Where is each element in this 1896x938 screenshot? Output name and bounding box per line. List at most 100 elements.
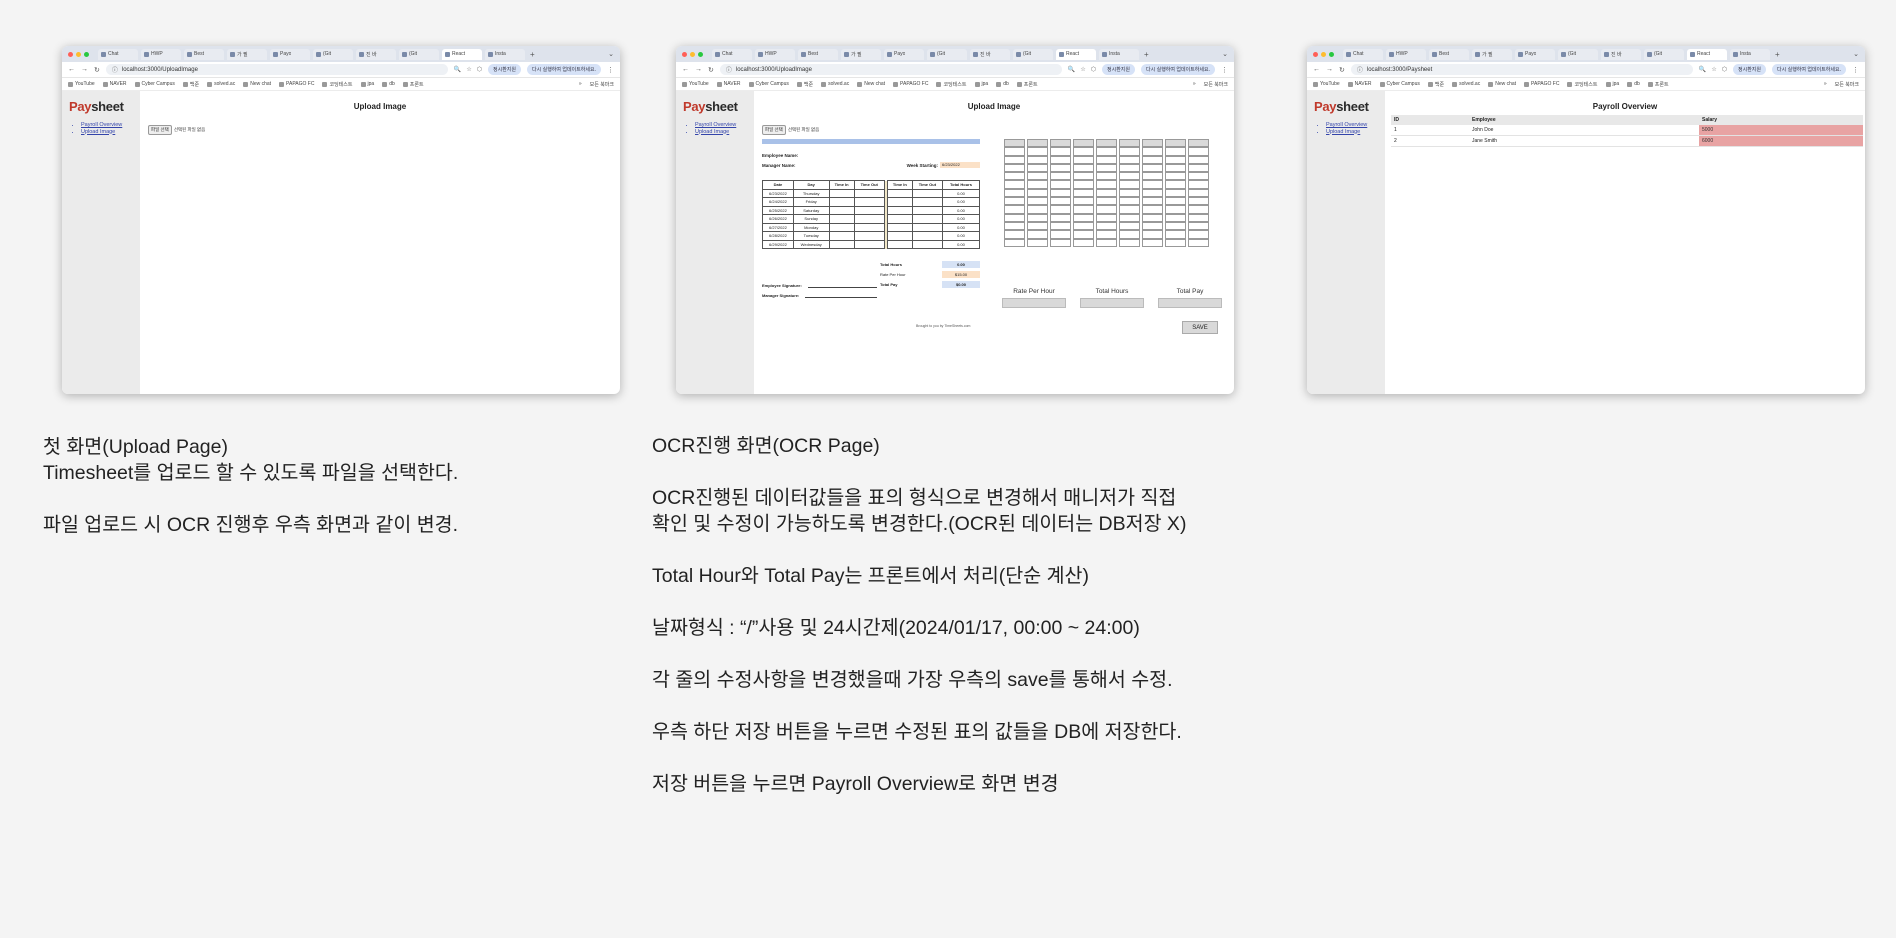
browser-tab[interactable]: Insta <box>485 48 525 60</box>
edit-grid-cell[interactable] <box>1119 230 1140 239</box>
bookmark-item[interactable]: 코딩테스트 <box>1567 81 1598 88</box>
bookmark-star-icon[interactable]: ☆ <box>1711 66 1716 73</box>
edit-grid-cell[interactable] <box>1027 197 1048 206</box>
bookmark-item[interactable]: NAVER <box>716 81 741 87</box>
edit-grid-cell[interactable] <box>1050 147 1071 156</box>
edit-grid-cell[interactable] <box>1119 155 1140 164</box>
edit-grid-cell[interactable] <box>1188 155 1209 164</box>
edit-grid-cell[interactable] <box>1142 221 1163 231</box>
edit-grid-cell[interactable] <box>1142 180 1163 189</box>
browser-tab[interactable]: (Git <box>927 48 967 60</box>
edit-grid-cell[interactable] <box>1096 238 1117 247</box>
edit-grid-cell[interactable] <box>1096 213 1117 222</box>
edit-grid-cell[interactable] <box>1004 197 1025 206</box>
bookmark-item[interactable]: db <box>996 81 1009 87</box>
browser-tab[interactable]: Best <box>798 48 838 60</box>
edit-grid-cell[interactable] <box>1188 230 1209 239</box>
table-row[interactable]: 2 Jane Smith 6000 <box>1391 135 1863 147</box>
zoom-icon[interactable]: 🔍 <box>1699 66 1706 73</box>
edit-grid-cell[interactable] <box>1073 230 1094 239</box>
browser-tab[interactable]: Chat <box>1343 48 1383 60</box>
edit-grid-cell[interactable] <box>1027 238 1048 247</box>
edit-grid-cell[interactable] <box>1119 213 1140 222</box>
edit-grid-cell[interactable] <box>1188 205 1209 214</box>
choose-file-button[interactable]: 파일 선택 <box>762 125 786 135</box>
bookmark-item[interactable]: Cyber Campus <box>1379 81 1420 87</box>
bookmark-item[interactable]: YouTube <box>682 81 709 87</box>
bookmark-item[interactable]: Cyber Campus <box>748 81 789 87</box>
edit-grid-cell[interactable] <box>1165 155 1186 164</box>
browser-tab[interactable]: HWP <box>141 48 181 60</box>
edit-grid-cell[interactable] <box>1073 163 1094 173</box>
edit-grid-cell[interactable] <box>1027 213 1048 222</box>
site-info-icon[interactable]: ⓘ <box>1357 65 1363 74</box>
bookmark-item[interactable]: YouTube <box>68 81 95 87</box>
extensions-icon[interactable]: ⬡ <box>1091 66 1096 73</box>
edit-grid-cell[interactable] <box>1073 147 1094 156</box>
browser-tab[interactable]: Payo <box>270 48 310 60</box>
bookmark-item[interactable]: 프론트 <box>402 81 424 88</box>
browser-tab[interactable]: Insta <box>1730 48 1770 60</box>
browser-tab[interactable]: React <box>1056 48 1096 60</box>
browser-tab[interactable]: 가 필 <box>227 48 267 60</box>
browser-tab[interactable]: Insta <box>1099 48 1139 60</box>
bookmark-item[interactable]: jpa <box>974 81 988 87</box>
edit-grid-cell[interactable] <box>1142 197 1163 206</box>
edit-grid-cell[interactable] <box>1004 221 1025 231</box>
bookmark-item[interactable]: PAPAGO FC <box>1524 81 1559 87</box>
browser-tab[interactable]: Payo <box>1515 48 1555 60</box>
bookmark-item[interactable]: 코딩테스트 <box>322 81 353 88</box>
bookmark-item[interactable]: jpa <box>360 81 374 87</box>
choose-file-button[interactable]: 파일 선택 <box>148 125 172 135</box>
browser-tab[interactable]: (Git <box>1013 48 1053 60</box>
edit-grid-cell[interactable] <box>1004 230 1025 239</box>
edit-grid-cell[interactable] <box>1188 147 1209 156</box>
edit-grid-cell[interactable] <box>1027 172 1048 181</box>
edit-grid-cell[interactable] <box>1096 205 1117 214</box>
close-window-icon[interactable] <box>1313 51 1318 57</box>
menu-dots-icon[interactable]: ⋮ <box>1221 66 1228 74</box>
edit-grid-cell[interactable] <box>1165 188 1186 198</box>
edit-grid-cell[interactable] <box>1142 163 1163 173</box>
browser-tab[interactable]: (Git <box>313 48 353 60</box>
edit-grid-cell[interactable] <box>1004 172 1025 181</box>
new-tab-icon[interactable]: + <box>1144 50 1149 59</box>
menu-dots-icon[interactable]: ⋮ <box>1852 66 1859 74</box>
edit-grid-cell[interactable] <box>1073 205 1094 214</box>
reload-icon[interactable]: ↻ <box>94 66 100 74</box>
bookmark-item[interactable]: 프론트 <box>1647 81 1669 88</box>
edit-grid-cell[interactable] <box>1027 230 1048 239</box>
minimize-window-icon[interactable] <box>76 51 81 57</box>
all-bookmarks-folder[interactable]: 모든 북마크 <box>590 81 614 88</box>
edit-grid-cell[interactable] <box>1188 163 1209 173</box>
bookmarks-more-icon[interactable]: » <box>1193 81 1196 87</box>
edit-grid-cell[interactable] <box>1050 197 1071 206</box>
close-window-icon[interactable] <box>68 51 73 57</box>
table-row[interactable]: 1 John Doe 5000 <box>1391 125 1863 136</box>
edit-grid-cell[interactable] <box>1119 205 1140 214</box>
edit-grid-cell[interactable] <box>1165 172 1186 181</box>
edit-grid-cell[interactable] <box>1004 155 1025 164</box>
edit-grid-cell[interactable] <box>1004 213 1025 222</box>
edit-grid-cell[interactable] <box>1004 163 1025 173</box>
chevron-down-icon[interactable]: ⌄ <box>1853 50 1859 58</box>
bookmark-item[interactable]: YouTube <box>1313 81 1340 87</box>
bookmark-item[interactable]: New chat <box>1488 81 1516 87</box>
bookmark-item[interactable]: db <box>1627 81 1640 87</box>
edit-grid-cell[interactable] <box>1050 155 1071 164</box>
bookmark-item[interactable]: NAVER <box>1347 81 1372 87</box>
browser-tab[interactable]: Best <box>184 48 224 60</box>
edit-grid-cell[interactable] <box>1165 197 1186 206</box>
profile-pill[interactable]: 정시환지원 <box>1102 64 1136 75</box>
total-hours-input[interactable] <box>1080 298 1144 308</box>
bookmark-item[interactable]: PAPAGO FC <box>893 81 928 87</box>
browser-tab[interactable]: 진 바 <box>356 48 396 60</box>
browser-tab[interactable]: React <box>442 48 482 60</box>
edit-grid-cell[interactable] <box>1096 172 1117 181</box>
edit-grid-cell[interactable] <box>1004 147 1025 156</box>
week-starting-field[interactable]: 6/23/2022 <box>940 162 980 168</box>
edit-grid-cell[interactable] <box>1073 221 1094 231</box>
close-window-icon[interactable] <box>682 51 687 57</box>
edit-grid-cell[interactable] <box>1119 147 1140 156</box>
browser-tab[interactable]: 진 바 <box>970 48 1010 60</box>
